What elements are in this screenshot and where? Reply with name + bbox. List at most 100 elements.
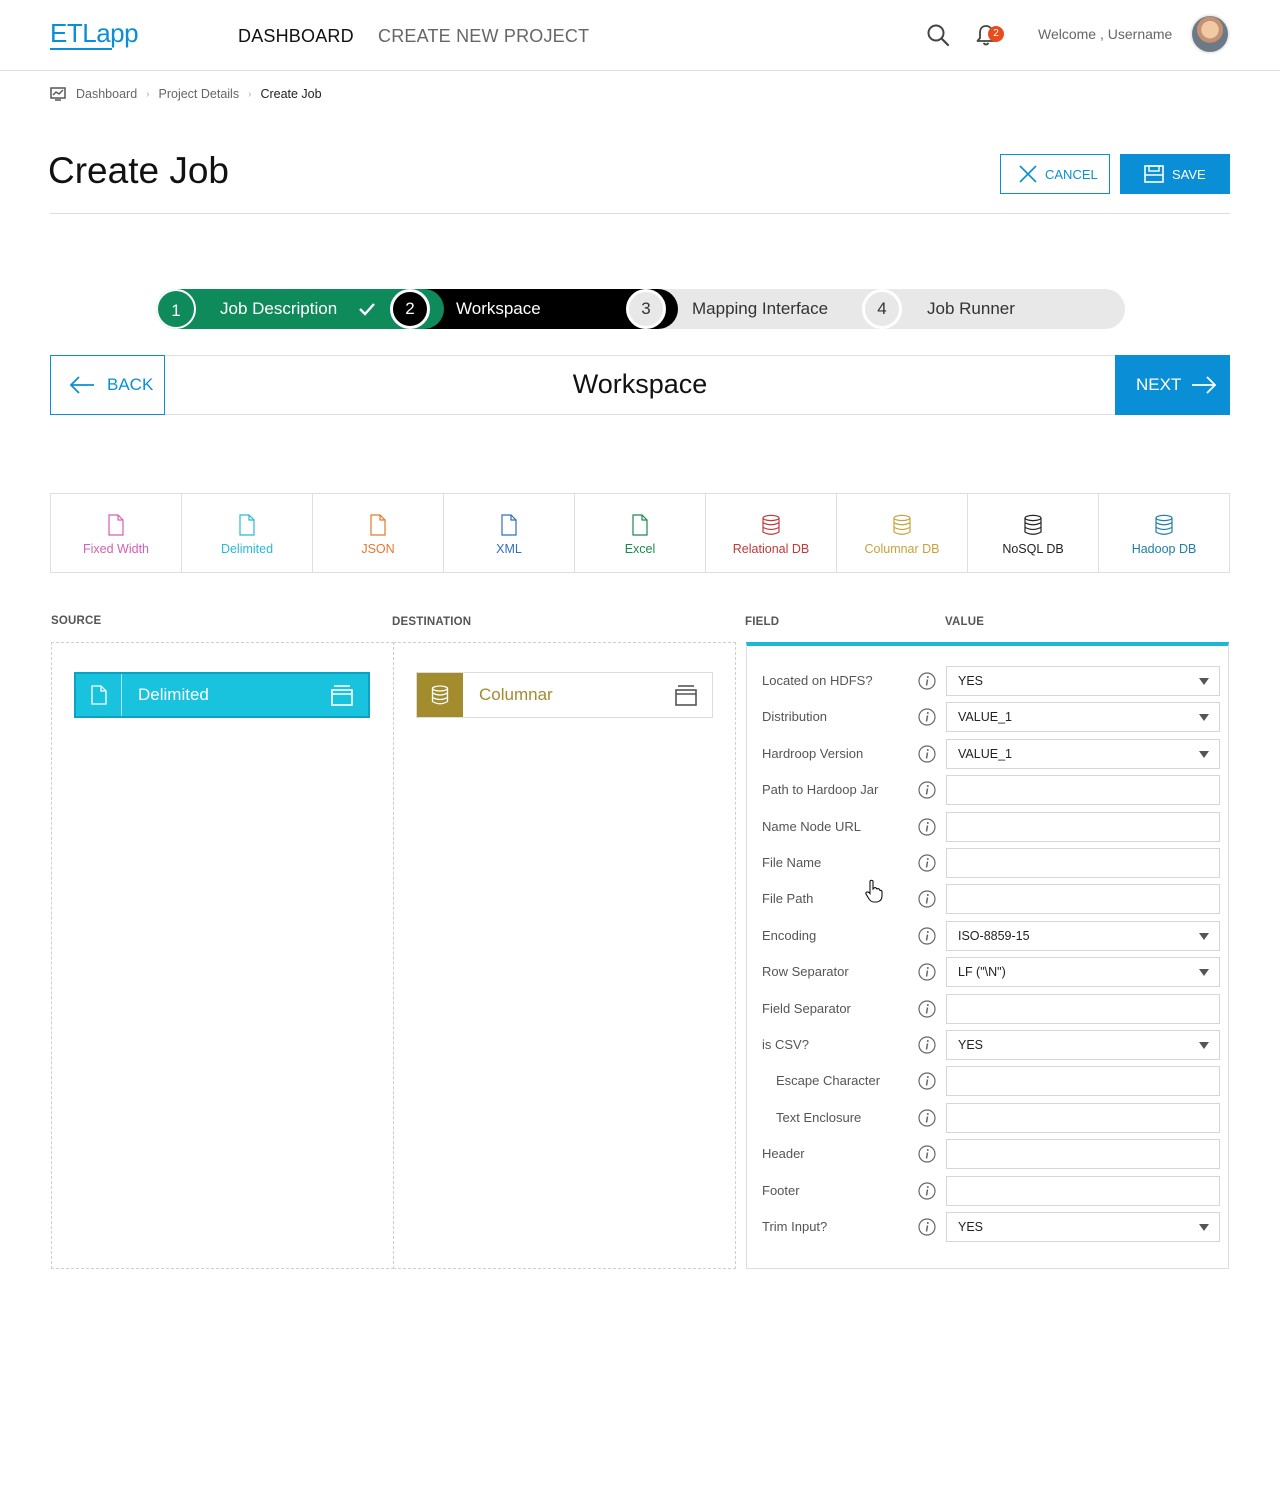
field-label: File Name — [762, 855, 822, 870]
field-input[interactable] — [946, 812, 1220, 842]
arrow-left-icon — [69, 376, 94, 394]
field-row-located-on-hdfs: Located on HDFS? YES — [762, 666, 1220, 696]
palette-item-label: Columnar DB — [864, 542, 940, 556]
arrow-right-icon — [1192, 376, 1217, 394]
info-icon[interactable] — [918, 1072, 936, 1090]
palette-item-label: NoSQL DB — [1002, 542, 1064, 556]
nav-create-new-project[interactable]: CREATE NEW PROJECT — [378, 26, 589, 47]
back-label: BACK — [107, 375, 154, 394]
database-icon — [762, 514, 780, 535]
field-row-text-enclosure: Text Enclosure — [762, 1103, 1220, 1133]
avatar[interactable] — [1190, 14, 1230, 54]
info-icon[interactable] — [918, 672, 936, 690]
archive-icon[interactable] — [674, 684, 698, 706]
field-label: Name Node URL — [762, 819, 861, 834]
nav-dashboard[interactable]: DASHBOARD — [238, 26, 354, 47]
file-icon — [370, 514, 386, 536]
palette-item-json[interactable]: JSON — [313, 494, 444, 572]
field-select[interactable]: LF ("\N") — [946, 957, 1220, 987]
dashboard-icon — [50, 87, 66, 101]
field-label: Hardroop Version — [762, 746, 864, 761]
info-icon[interactable] — [918, 1000, 936, 1018]
field-label: Escape Character — [776, 1073, 881, 1088]
info-icon[interactable] — [918, 781, 936, 799]
info-icon[interactable] — [918, 1109, 936, 1127]
palette-item-fixed-width[interactable]: Fixed Width — [51, 494, 182, 572]
save-icon — [1144, 165, 1164, 183]
field-row-distribution: Distribution VALUE_1 — [762, 702, 1220, 732]
step-1-label: Job Description — [220, 299, 338, 318]
info-icon[interactable] — [918, 818, 936, 836]
palette-item-columnar-db[interactable]: Columnar DB — [837, 494, 968, 572]
field-input[interactable] — [946, 1103, 1220, 1133]
info-icon[interactable] — [918, 1182, 936, 1200]
welcome-text[interactable]: Welcome , Username — [1038, 26, 1172, 42]
field-select[interactable]: ISO-8859-15 — [946, 921, 1220, 951]
etlapp-logo[interactable]: ETLapp — [50, 14, 139, 54]
breadcrumb-separator-icon: › — [248, 88, 252, 100]
archive-icon[interactable] — [330, 684, 354, 706]
info-icon[interactable] — [918, 927, 936, 945]
field-input[interactable] — [946, 1066, 1220, 1096]
info-icon[interactable] — [918, 890, 936, 908]
info-icon[interactable] — [918, 1218, 936, 1236]
palette-item-nosql-db[interactable]: NoSQL DB — [968, 494, 1099, 572]
palette-item-label: Fixed Width — [83, 542, 149, 556]
field-value: YES — [958, 674, 984, 688]
palette-item-label: Relational DB — [732, 542, 810, 556]
back-button[interactable]: BACK — [50, 355, 165, 415]
palette-item-hadoop-db[interactable]: Hadoop DB — [1099, 494, 1229, 572]
job-stepper: 1 Job Description 2 Workspace 3 Mapping … — [156, 289, 1125, 329]
palette-item-delimited[interactable]: Delimited — [182, 494, 313, 572]
palette-item-relational-db[interactable]: Relational DB — [706, 494, 837, 572]
step-3-label: Mapping Interface — [692, 299, 829, 318]
breadcrumb-project-details[interactable]: Project Details — [159, 87, 240, 101]
field-label: Field Separator — [762, 1001, 851, 1016]
search-icon[interactable] — [926, 23, 950, 47]
info-icon[interactable] — [918, 1145, 936, 1163]
field-select[interactable]: VALUE_1 — [946, 739, 1220, 769]
field-select[interactable]: YES — [946, 666, 1220, 696]
info-icon[interactable] — [918, 1036, 936, 1054]
field-value: VALUE_1 — [958, 710, 1012, 724]
field-row-field-separator: Field Separator — [762, 994, 1220, 1024]
field-input[interactable] — [946, 884, 1220, 914]
field-input[interactable] — [946, 994, 1220, 1024]
check-icon — [359, 303, 375, 316]
source-node-delimited[interactable]: Delimited — [74, 672, 370, 718]
breadcrumb: Dashboard › Project Details › Create Job — [50, 85, 322, 103]
field-input[interactable] — [946, 1139, 1220, 1169]
field-select[interactable]: VALUE_1 — [946, 702, 1220, 732]
step-2-number: 2 — [390, 289, 430, 329]
info-icon[interactable] — [918, 745, 936, 763]
logo-etl: ETL — [50, 18, 97, 48]
chevron-down-icon — [1199, 751, 1209, 758]
next-button[interactable]: NEXT — [1115, 355, 1230, 415]
connector-palette: Fixed Width Delimited JSON XML Excel Relation… — [50, 493, 1230, 573]
palette-item-excel[interactable]: Excel — [575, 494, 706, 572]
palette-item-label: Hadoop DB — [1131, 542, 1197, 556]
step-4-label: Job Runner — [927, 299, 1015, 318]
hand-cursor-icon — [865, 879, 883, 903]
breadcrumb-dashboard[interactable]: Dashboard — [76, 87, 137, 101]
field-input[interactable] — [946, 1176, 1220, 1206]
info-icon[interactable] — [918, 708, 936, 726]
field-select[interactable]: YES — [946, 1030, 1220, 1060]
destination-dropzone[interactable] — [393, 642, 736, 1269]
field-row-name-node-url: Name Node URL — [762, 812, 1220, 842]
source-dropzone[interactable] — [51, 642, 394, 1269]
field-input[interactable] — [946, 848, 1220, 878]
chevron-down-icon — [1199, 1042, 1209, 1049]
chevron-down-icon — [1199, 678, 1209, 685]
cancel-button[interactable]: CANCEL — [1000, 154, 1110, 194]
field-input[interactable] — [946, 775, 1220, 805]
field-row-header: Header — [762, 1139, 1220, 1169]
palette-item-xml[interactable]: XML — [444, 494, 575, 572]
info-icon[interactable] — [918, 963, 936, 981]
info-icon[interactable] — [918, 854, 936, 872]
palette-item-label: Delimited — [220, 542, 274, 556]
file-icon — [108, 514, 124, 536]
save-button[interactable]: SAVE — [1120, 154, 1230, 194]
destination-node-columnar[interactable]: Columnar — [416, 672, 713, 718]
field-select[interactable]: YES — [946, 1212, 1220, 1242]
